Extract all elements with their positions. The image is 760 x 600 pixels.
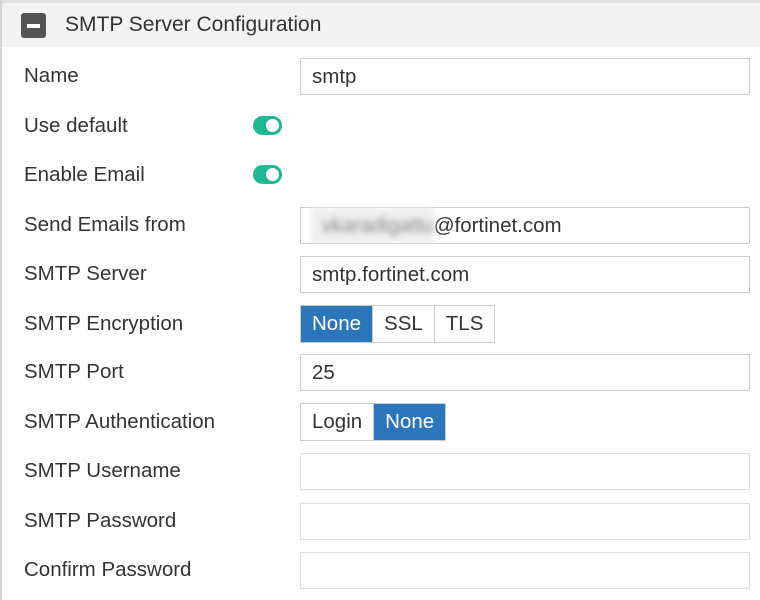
encryption-option-none[interactable]: None <box>301 306 373 342</box>
row-password: SMTP Password <box>0 502 760 540</box>
port-value: 25 <box>312 361 335 384</box>
smtp-server-value: smtp.fortinet.com <box>312 263 470 286</box>
name-value: smtp <box>312 65 357 88</box>
encryption-option-ssl[interactable]: SSL <box>372 306 434 342</box>
smtp-server-input[interactable]: smtp.fortinet.com <box>300 256 750 293</box>
encryption-label: SMTP Encryption <box>24 312 184 335</box>
confirm-password-label: Confirm Password <box>24 558 192 581</box>
row-auth: SMTP Authentication Login None <box>0 403 760 441</box>
enable-email-toggle[interactable] <box>253 165 282 184</box>
port-label: SMTP Port <box>24 360 124 383</box>
row-enable-email: Enable Email <box>0 156 760 194</box>
auth-selector[interactable]: Login None <box>300 403 447 441</box>
redacted-username: vkaradigattu <box>311 208 434 243</box>
name-input[interactable]: smtp <box>300 58 750 95</box>
row-send-from: Send Emails from vkaradigattu@fortinet.c… <box>0 206 760 244</box>
encryption-option-tls[interactable]: TLS <box>433 306 495 342</box>
row-use-default: Use default <box>0 107 760 145</box>
collapse-minus-icon[interactable] <box>21 12 46 38</box>
row-port: SMTP Port 25 <box>0 353 760 391</box>
smtp-server-label: SMTP Server <box>24 262 147 285</box>
password-input[interactable] <box>300 503 750 540</box>
row-name: Name smtp <box>0 57 760 95</box>
section-header[interactable]: SMTP Server Configuration <box>2 3 760 47</box>
send-from-label: Send Emails from <box>24 213 186 236</box>
use-default-toggle[interactable] <box>253 116 282 135</box>
auth-option-none[interactable]: None <box>373 404 446 440</box>
confirm-password-input[interactable] <box>300 552 750 589</box>
enable-email-label: Enable Email <box>24 163 145 186</box>
name-label: Name <box>24 64 79 87</box>
use-default-label: Use default <box>24 114 128 137</box>
encryption-selector[interactable]: None SSL TLS <box>300 305 496 343</box>
port-input[interactable]: 25 <box>300 354 750 391</box>
row-encryption: SMTP Encryption None SSL TLS <box>0 305 760 343</box>
password-label: SMTP Password <box>24 509 177 532</box>
row-confirm-password: Confirm Password <box>0 551 760 589</box>
username-label: SMTP Username <box>24 459 181 482</box>
send-from-input[interactable]: vkaradigattu@fortinet.com <box>300 207 750 244</box>
row-username: SMTP Username <box>0 452 760 490</box>
section-title: SMTP Server Configuration <box>65 13 322 36</box>
username-input[interactable] <box>300 453 750 490</box>
auth-label: SMTP Authentication <box>24 410 216 433</box>
row-smtp-server: SMTP Server smtp.fortinet.com <box>0 255 760 293</box>
email-domain: @fortinet.com <box>433 214 562 237</box>
auth-option-login[interactable]: Login <box>301 404 373 440</box>
